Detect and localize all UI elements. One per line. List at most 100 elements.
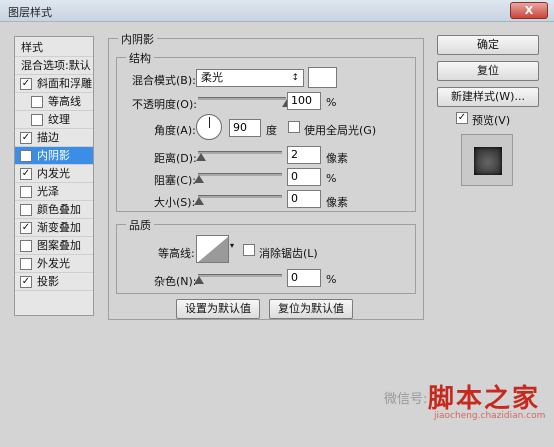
- contour-dropdown-icon[interactable]: ▾: [230, 241, 234, 250]
- style-list-item[interactable]: 样式: [15, 39, 93, 57]
- distance-label: 距离(D):: [154, 152, 197, 165]
- style-list-item[interactable]: ✓ 描边: [15, 129, 93, 147]
- size-slider[interactable]: [198, 195, 282, 198]
- style-list-label: 等高线: [48, 95, 81, 108]
- choke-slider-thumb[interactable]: [194, 175, 204, 183]
- style-list-item[interactable]: 外发光: [15, 255, 93, 273]
- style-list-label: 样式: [21, 41, 43, 54]
- contour-label: 等高线:: [158, 247, 195, 260]
- style-list-item[interactable]: 混合选项:默认: [15, 57, 93, 75]
- style-list-label: 内阴影: [37, 149, 70, 162]
- distance-slider[interactable]: [198, 151, 282, 154]
- style-list-item[interactable]: 纹理: [15, 111, 93, 129]
- style-list-item[interactable]: ✓ 投影: [15, 273, 93, 291]
- angle-unit: 度: [266, 124, 277, 137]
- style-list-label: 混合选项:默认: [21, 59, 91, 72]
- quality-title: 品质: [126, 217, 154, 233]
- antialias-checkbox[interactable]: [243, 244, 255, 256]
- window-title: 图层样式: [8, 6, 52, 19]
- noise-input[interactable]: 0: [287, 269, 321, 287]
- style-checkbox[interactable]: ✓: [20, 276, 32, 288]
- close-button[interactable]: X: [510, 2, 548, 19]
- ok-button[interactable]: 确定: [437, 35, 539, 55]
- blend-mode-label: 混合模式(B):: [132, 74, 196, 87]
- style-checkbox[interactable]: [20, 240, 32, 252]
- style-list-item[interactable]: ✓ 内阴影: [15, 147, 93, 165]
- style-checkbox[interactable]: [31, 114, 43, 126]
- style-checkbox[interactable]: [20, 258, 32, 270]
- choke-unit: %: [326, 172, 337, 185]
- style-checkbox[interactable]: ✓: [20, 132, 32, 144]
- wechat-watermark: 微信号:: [384, 392, 428, 407]
- style-list-item[interactable]: 等高线: [15, 93, 93, 111]
- style-list-item[interactable]: 光泽: [15, 183, 93, 201]
- style-list-label: 外发光: [37, 257, 70, 270]
- noise-label: 杂色(N):: [154, 275, 197, 288]
- angle-dial[interactable]: [196, 114, 222, 140]
- style-list-label: 颜色叠加: [37, 203, 81, 216]
- style-list-label: 斜面和浮雕: [37, 77, 92, 90]
- distance-unit: 像素: [326, 152, 348, 165]
- opacity-input[interactable]: 100: [287, 92, 321, 110]
- noise-slider-thumb[interactable]: [194, 276, 204, 284]
- style-list-label: 纹理: [48, 113, 70, 126]
- preview-checkbox[interactable]: ✓: [456, 112, 468, 124]
- shadow-color-swatch[interactable]: [308, 67, 337, 88]
- contour-picker[interactable]: [196, 235, 229, 263]
- noise-unit: %: [326, 273, 337, 286]
- style-checkbox[interactable]: ✓: [20, 78, 32, 90]
- choke-slider[interactable]: [198, 173, 282, 176]
- opacity-label: 不透明度(O):: [132, 98, 197, 111]
- style-checkbox[interactable]: ✓: [20, 168, 32, 180]
- set-default-button[interactable]: 设置为默认值: [176, 299, 260, 319]
- size-label: 大小(S):: [154, 196, 196, 209]
- site-watermark: 脚本之家: [428, 384, 541, 414]
- style-list: 样式混合选项:默认 ✓ 斜面和浮雕等高线纹理 ✓ 描边 ✓ 内阴影 ✓ 内发光光泽颜色叠加 ✓ 渐变…: [14, 36, 94, 316]
- style-list-label: 图案叠加: [37, 239, 81, 252]
- style-list-item[interactable]: 颜色叠加: [15, 201, 93, 219]
- style-checkbox[interactable]: [20, 204, 32, 216]
- choke-label: 阻塞(C):: [154, 174, 196, 187]
- angle-input[interactable]: 90: [229, 119, 261, 137]
- new-style-button[interactable]: 新建样式(W)...: [437, 87, 539, 107]
- style-list-item[interactable]: ✓ 渐变叠加: [15, 219, 93, 237]
- inner-shadow-title: 内阴影: [118, 31, 157, 47]
- preview-label: 预览(V): [472, 114, 511, 127]
- global-light-checkbox[interactable]: [288, 121, 300, 133]
- reset-default-button[interactable]: 复位为默认值: [269, 299, 353, 319]
- distance-input[interactable]: 2: [287, 146, 321, 164]
- noise-slider[interactable]: [198, 274, 282, 277]
- style-checkbox[interactable]: ✓: [20, 222, 32, 234]
- updown-arrows-icon: ↕: [291, 73, 299, 83]
- url-watermark: jiaocheng.chazidian.com: [434, 411, 546, 421]
- style-list-item[interactable]: 图案叠加: [15, 237, 93, 255]
- style-list-label: 光泽: [37, 185, 59, 198]
- structure-title: 结构: [126, 50, 154, 66]
- preview-thumbnail: [474, 147, 502, 175]
- blend-mode-select[interactable]: 柔光 ↕: [196, 69, 304, 87]
- size-input[interactable]: 0: [287, 190, 321, 208]
- size-unit: 像素: [326, 196, 348, 209]
- opacity-unit: %: [326, 96, 337, 109]
- style-preview: [461, 134, 513, 186]
- distance-slider-thumb[interactable]: [195, 153, 206, 161]
- window-titlebar: 图层样式 X: [0, 0, 554, 22]
- style-checkbox[interactable]: ✓: [20, 150, 32, 162]
- style-list-item[interactable]: ✓ 内发光: [15, 165, 93, 183]
- contour-curve-icon: [198, 236, 228, 262]
- opacity-slider[interactable]: [198, 97, 286, 100]
- choke-input[interactable]: 0: [287, 168, 321, 186]
- angle-dial-hand: [209, 117, 210, 128]
- style-checkbox[interactable]: [20, 186, 32, 198]
- angle-label: 角度(A):: [154, 124, 196, 137]
- style-list-item[interactable]: ✓ 斜面和浮雕: [15, 75, 93, 93]
- layer-style-dialog: 样式混合选项:默认 ✓ 斜面和浮雕等高线纹理 ✓ 描边 ✓ 内阴影 ✓ 内发光光泽颜色叠加 ✓ 渐变…: [0, 22, 554, 447]
- style-list-label: 投影: [37, 275, 59, 288]
- size-slider-thumb[interactable]: [194, 197, 204, 205]
- blend-mode-value: 柔光: [201, 71, 223, 84]
- style-checkbox[interactable]: [31, 96, 43, 108]
- style-list-label: 渐变叠加: [37, 221, 81, 234]
- style-list-label: 描边: [37, 131, 59, 144]
- antialias-label: 消除锯齿(L): [259, 247, 318, 260]
- reset-button[interactable]: 复位: [437, 61, 539, 81]
